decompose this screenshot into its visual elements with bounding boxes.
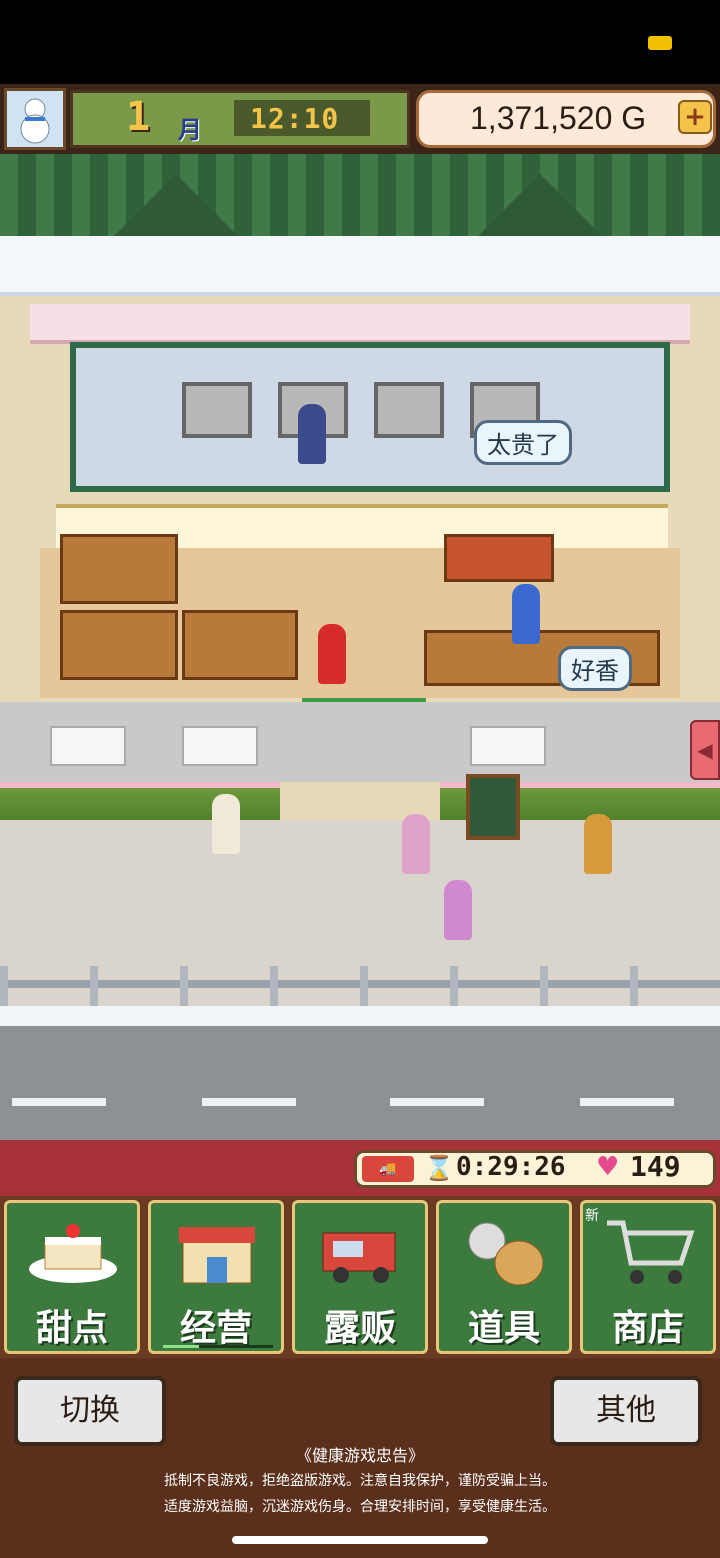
lane-marking [390, 1098, 484, 1106]
add-money-button[interactable]: + [678, 100, 712, 134]
status-bar [0, 0, 720, 84]
lane-marking [580, 1098, 674, 1106]
snowman-season-icon[interactable] [4, 88, 66, 150]
roof-snow [0, 236, 720, 296]
menu-label: 道具 [467, 1308, 540, 1349]
hourglass-icon: ⌛ [424, 1154, 454, 1182]
register-counter[interactable] [444, 534, 554, 582]
chef-sprite[interactable] [298, 404, 326, 464]
menu-label: 露贩 [323, 1308, 396, 1349]
lane-marking [202, 1098, 296, 1106]
truck-timer: 0:29:26 [456, 1152, 566, 1182]
menu-label: 经营 [179, 1308, 252, 1349]
selected-underline-accent [163, 1345, 199, 1348]
menu-button-manage[interactable]: 经营 [148, 1200, 284, 1354]
road [0, 1026, 720, 1140]
money-amount: 1,371,520 G [470, 100, 647, 136]
menu-button-items[interactable]: 道具 [436, 1200, 572, 1354]
oven [374, 382, 444, 438]
customer-sprite[interactable] [402, 814, 430, 874]
food-truck-icon: 🚚 [362, 1156, 414, 1182]
home-indicator[interactable] [232, 1536, 488, 1544]
shop-icon [169, 1213, 265, 1289]
roof-gable [106, 174, 246, 244]
battery-icon [648, 36, 672, 50]
pastry-shelf[interactable] [60, 534, 178, 604]
new-badge: 新 [585, 1208, 599, 1224]
month-label: 月 [178, 116, 202, 144]
menu-button-sweets[interactable]: 甜点 [4, 1200, 140, 1354]
cafe-table[interactable] [470, 726, 546, 766]
switch-button[interactable]: 切换 [14, 1376, 166, 1446]
cake-shelf[interactable] [182, 610, 298, 680]
month-number: 1 [126, 94, 151, 140]
menu-label: 商店 [611, 1308, 684, 1349]
menu-label: 甜点 [35, 1308, 108, 1349]
other-button[interactable]: 其他 [550, 1376, 702, 1446]
heart-count: 149 [630, 1150, 681, 1183]
heart-icon: ♥ [596, 1152, 620, 1182]
awning [30, 304, 690, 344]
snow-strip [0, 1006, 720, 1026]
speech-bubble: 太贵了 [474, 420, 572, 465]
oven [182, 382, 252, 438]
menu-button-food-truck[interactable]: 露贩 [292, 1200, 428, 1354]
food-truck-icon [313, 1213, 409, 1289]
shopping-cart-icon [601, 1213, 697, 1289]
cake-icon [25, 1213, 121, 1289]
menu-signboard[interactable] [466, 774, 520, 840]
roof-gable [470, 174, 610, 244]
side-panel-tab[interactable]: ◀ [690, 720, 720, 780]
clerk-sprite[interactable] [512, 584, 540, 644]
speech-bubble: 好香 [558, 646, 632, 691]
kitchen-window [70, 342, 670, 492]
health-notice-line: 抵制不良游戏，拒绝盗版游戏。注意自我保护，谨防受骗上当。 [164, 1473, 556, 1489]
cafe-table[interactable] [182, 726, 258, 766]
customer-sprite[interactable] [444, 880, 472, 940]
customer-sprite[interactable] [318, 624, 346, 684]
bakery-scene[interactable]: 太贵了 好香 [0, 154, 720, 1140]
pastry-shelf[interactable] [60, 610, 178, 680]
customer-sprite[interactable] [584, 814, 612, 874]
health-notice-line: 适度游戏益脑，沉迷游戏伤身。合理安排时间，享受健康生活。 [164, 1499, 556, 1515]
item-bag-icon [457, 1213, 553, 1289]
fence [0, 966, 720, 1006]
menu-button-store[interactable]: 新 商店 [580, 1200, 716, 1354]
customer-sprite[interactable] [212, 794, 240, 854]
cafe-table[interactable] [50, 726, 126, 766]
health-notice-title: 《健康游戏忠告》 [295, 1446, 424, 1465]
lane-marking [12, 1098, 106, 1106]
clock-time: 12:10 [250, 102, 340, 135]
